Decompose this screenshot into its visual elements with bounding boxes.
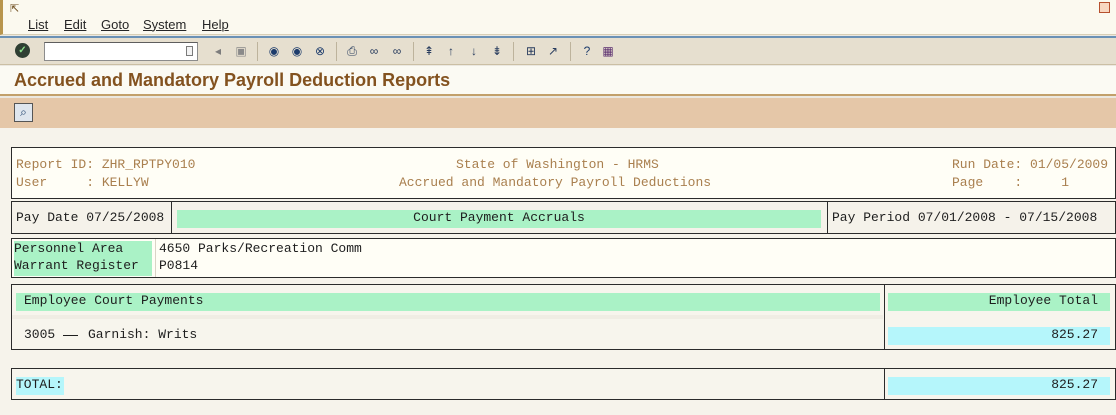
page-number: Page : 1	[952, 175, 1070, 190]
total-amount: 825.27	[888, 377, 1110, 395]
divider	[884, 369, 885, 399]
menu-bar: ⇱ List Edit Goto System Help	[0, 0, 1116, 35]
page-title: Accrued and Mandatory Payroll Deduction …	[14, 70, 451, 90]
toolbar-separator	[257, 42, 258, 61]
warrant-register-label: Warrant Register	[14, 258, 152, 276]
menu-system[interactable]: System	[143, 17, 186, 32]
save-icon[interactable]: ▣	[233, 43, 249, 59]
first-page-icon[interactable]: ⇞	[421, 43, 437, 59]
enter-checkmark-icon[interactable]: ✓	[15, 43, 30, 58]
print-icon[interactable]: ⎙	[344, 43, 360, 59]
system-menu-icon[interactable]: ⇱	[10, 2, 19, 15]
report-user: User : KELLYW	[16, 175, 149, 190]
standard-toolbar: ✓ ◂ ▣ ◉ ◉ ⊗ ⎙ ∞ ∞ ⇞ ↑ ↓ ⇟ ⊞ ↗ ? ▦	[0, 36, 1116, 65]
column-header-left: Employee Court Payments	[16, 293, 880, 311]
personnel-area-value: 4650 Parks/Recreation Comm	[159, 241, 362, 256]
total-row: TOTAL: 825.27	[11, 368, 1116, 400]
cancel-icon[interactable]: ⊗	[312, 43, 328, 59]
menu-edit[interactable]: Edit	[64, 17, 86, 32]
previous-page-icon[interactable]: ↑	[443, 43, 459, 59]
report-header: Report ID: ZHR_RPTPY010 User : KELLYW St…	[11, 147, 1116, 199]
close-window-icon[interactable]	[1099, 2, 1110, 13]
org-title: State of Washington - HRMS	[456, 157, 659, 172]
report-content: Report ID: ZHR_RPTPY010 User : KELLYW St…	[0, 128, 1116, 415]
search-icon[interactable]: ⌕	[14, 103, 33, 122]
find-icon[interactable]: ∞	[366, 43, 382, 59]
section-title: Court Payment Accruals	[177, 210, 821, 228]
divider	[171, 202, 172, 233]
row-amount: 825.27	[888, 327, 1110, 345]
create-shortcut-icon[interactable]: ↗	[545, 43, 561, 59]
toolbar-separator	[413, 42, 414, 61]
find-next-icon[interactable]: ∞	[389, 43, 405, 59]
exit-icon[interactable]: ◉	[289, 43, 305, 59]
menu-help[interactable]: Help	[202, 17, 229, 32]
command-history-icon[interactable]	[186, 46, 193, 56]
divider	[884, 285, 885, 349]
column-header-right: Employee Total	[888, 293, 1110, 311]
warrant-register-value: P0814	[159, 258, 199, 273]
help-icon[interactable]: ?	[579, 43, 595, 59]
report-title: Accrued and Mandatory Payroll Deductions	[399, 175, 712, 190]
personnel-area-label: Personnel Area	[14, 241, 152, 259]
menu-list[interactable]: List	[28, 17, 48, 32]
pay-info-row: Pay Date 07/25/2008 Court Payment Accrua…	[11, 201, 1116, 234]
application-toolbar: ⌕	[0, 98, 1116, 128]
run-date: Run Date: 01/05/2009	[952, 157, 1109, 172]
row-connector	[63, 335, 78, 336]
back-icon[interactable]: ◉	[266, 43, 282, 59]
back-arrow-icon[interactable]: ◂	[210, 43, 226, 59]
layout-settings-icon[interactable]: ▦	[600, 43, 616, 59]
command-field[interactable]	[44, 42, 198, 61]
menu-goto[interactable]: Goto	[101, 17, 129, 32]
pay-period: Pay Period 07/01/2008 - 07/15/2008	[832, 210, 1098, 225]
toolbar-separator	[513, 42, 514, 61]
total-label: TOTAL:	[16, 377, 64, 395]
toolbar-separator	[336, 42, 337, 61]
report-id: Report ID: ZHR_RPTPY010	[16, 157, 196, 172]
divider	[827, 202, 828, 233]
create-session-icon[interactable]: ⊞	[523, 43, 539, 59]
row-description: Garnish: Writs	[88, 327, 198, 342]
divider	[155, 239, 156, 277]
last-page-icon[interactable]: ⇟	[489, 43, 505, 59]
title-bar: Accrued and Mandatory Payroll Deduction …	[0, 66, 1116, 96]
org-info: Personnel Area 4650 Parks/Recreation Com…	[11, 238, 1116, 278]
deductions-table: Employee Court Payments Employee Total 3…	[11, 284, 1116, 350]
divider	[12, 315, 883, 319]
next-page-icon[interactable]: ↓	[466, 43, 482, 59]
pay-date: Pay Date 07/25/2008	[16, 210, 165, 225]
toolbar-separator	[570, 42, 571, 61]
row-wage-type-code: 3005	[24, 327, 56, 342]
